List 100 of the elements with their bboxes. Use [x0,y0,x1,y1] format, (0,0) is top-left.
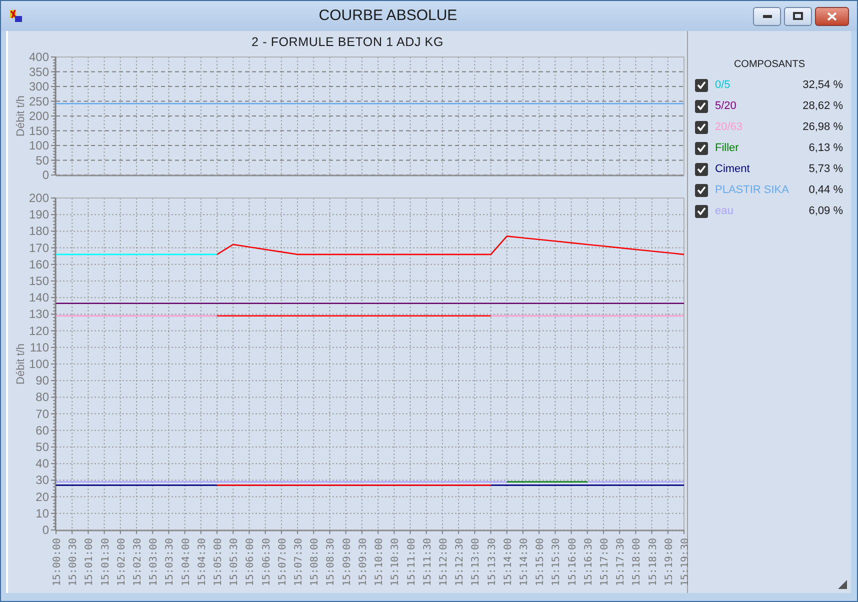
y-tick-label: 50 [36,440,49,454]
x-tick-label: 15:07:30 [294,538,305,586]
x-tick-label: 15:00:00 [52,538,63,586]
maximize-button[interactable] [784,6,812,26]
y-tick-label: 180 [28,224,49,238]
x-tick-label: 15:05:00 [213,538,224,586]
x-tick-label: 15:03:00 [148,538,160,586]
checkmark-icon [697,144,706,152]
checkmark-icon [697,186,706,194]
x-tick-label: 15:17:00 [599,538,610,586]
x-tick-label: 15:10:30 [390,538,402,586]
x-tick-label: 15:12:30 [454,538,466,586]
x-tick-label: 15:05:30 [229,538,240,586]
y-tick-label: 30 [36,473,49,488]
x-tick-label: 15:15:00 [535,538,546,586]
x-tick-label: 15:13:00 [470,538,482,586]
x-tick-label: 15:14:00 [502,538,514,586]
y-tick-label: 0 [42,168,49,181]
x-tick-label: 15:13:30 [486,538,498,586]
component-label: 5/20 [715,98,736,114]
minimize-button[interactable] [753,6,781,26]
x-tick-label: 15:03:30 [164,538,176,586]
percent-value: 5,73 % [808,162,843,177]
y-tick-label: 0 [42,523,49,537]
component-label: eau [715,204,734,219]
y-tick-label: 150 [28,124,49,138]
checkbox[interactable] [695,78,708,92]
y-tick-label: 70 [36,406,49,421]
x-tick-label: 15:14:30 [518,538,530,586]
checkbox[interactable] [695,184,708,196]
x-tick-label: 15:18:30 [648,538,659,586]
checkbox[interactable] [695,100,708,112]
x-tick-label: 15:02:30 [132,538,144,586]
x-tick-label: 15:07:00 [277,538,288,586]
component-label: PLASTIR SIKA [715,182,789,198]
checkbox[interactable] [695,162,708,176]
x-tick-label: 15:10:00 [374,538,386,586]
y-tick-label: 80 [36,390,49,404]
y-tick-label: 200 [28,109,49,123]
x-tick-label: 15:17:30 [616,538,627,586]
x-tick-label: 15:19:30 [680,538,688,586]
x-tick-label: 15:06:30 [261,538,272,586]
y-tick-label: 350 [28,64,49,79]
y-axis-title: Débit t/h [15,344,27,384]
x-tick-label: 15:04:30 [196,538,208,586]
x-tick-label: 15:19:00 [664,538,675,586]
y-tick-label: 250 [28,94,49,108]
y-tick-label: 160 [28,257,49,272]
app-icon [9,9,23,23]
percent-value: 6,13 % [808,140,843,156]
x-tick-label: 15:04:00 [180,538,192,586]
legend-title: COMPOSANTS [734,58,806,72]
x-tick-label: 15:01:30 [100,538,112,586]
x-tick-label: 15:18:00 [632,538,643,586]
y-tick-label: 100 [28,357,49,371]
checkbox[interactable] [695,142,708,154]
checkbox[interactable] [695,204,708,218]
minimize-icon [762,14,772,18]
x-tick-label: 15:02:00 [116,538,128,586]
x-tick-label: 15:12:00 [438,538,450,586]
y-tick-label: 90 [36,374,49,388]
x-tick-label: 15:11:00 [406,538,418,586]
y-tick-label: 100 [28,138,49,152]
y-tick-label: 190 [28,208,49,222]
chart-title: 2 - FORMULE BETON 1 ADJ KG [252,34,444,51]
x-tick-label: 15:11:30 [422,538,434,586]
close-icon [827,12,837,20]
x-tick-label: 15:01:00 [84,538,96,586]
y-axis-title: Débit t/h [15,96,27,136]
percent-value: 32,54 % [802,78,843,93]
checkmark-icon [697,102,706,110]
checkmark-icon [697,165,706,173]
percent-value: 6,09 % [808,204,843,219]
checkmark-icon [697,123,706,131]
maximize-icon [793,12,803,20]
x-tick-label: 15:09:30 [358,538,369,586]
window-title: COURBE ABSOLUE [318,6,458,26]
component-label: 20/63 [715,120,743,135]
y-tick-label: 400 [28,51,49,64]
x-tick-label: 15:08:30 [326,538,337,586]
checkmark-icon [697,207,706,215]
percent-value: 0,44 % [808,182,843,198]
component-label: Filler [715,140,739,156]
close-button[interactable] [815,6,849,26]
y-tick-label: 150 [28,274,49,288]
y-tick-label: 130 [28,307,49,322]
x-tick-label: 15:06:00 [245,538,256,586]
resize-grip-icon [838,580,847,589]
y-tick-label: 140 [28,290,49,305]
x-tick-label: 15:09:00 [342,538,353,586]
x-tick-label: 15:16:00 [567,538,578,586]
y-tick-label: 200 [28,191,49,205]
x-tick-label: 15:08:00 [310,538,321,586]
y-tick-label: 10 [36,506,49,520]
x-tick-label: 15:15:30 [551,538,562,586]
x-tick-label: 15:00:30 [68,538,80,586]
x-tick-label: 15:16:30 [583,538,594,586]
checkbox[interactable] [695,120,708,134]
y-tick-label: 110 [30,340,49,354]
y-tick-label: 300 [28,80,49,94]
